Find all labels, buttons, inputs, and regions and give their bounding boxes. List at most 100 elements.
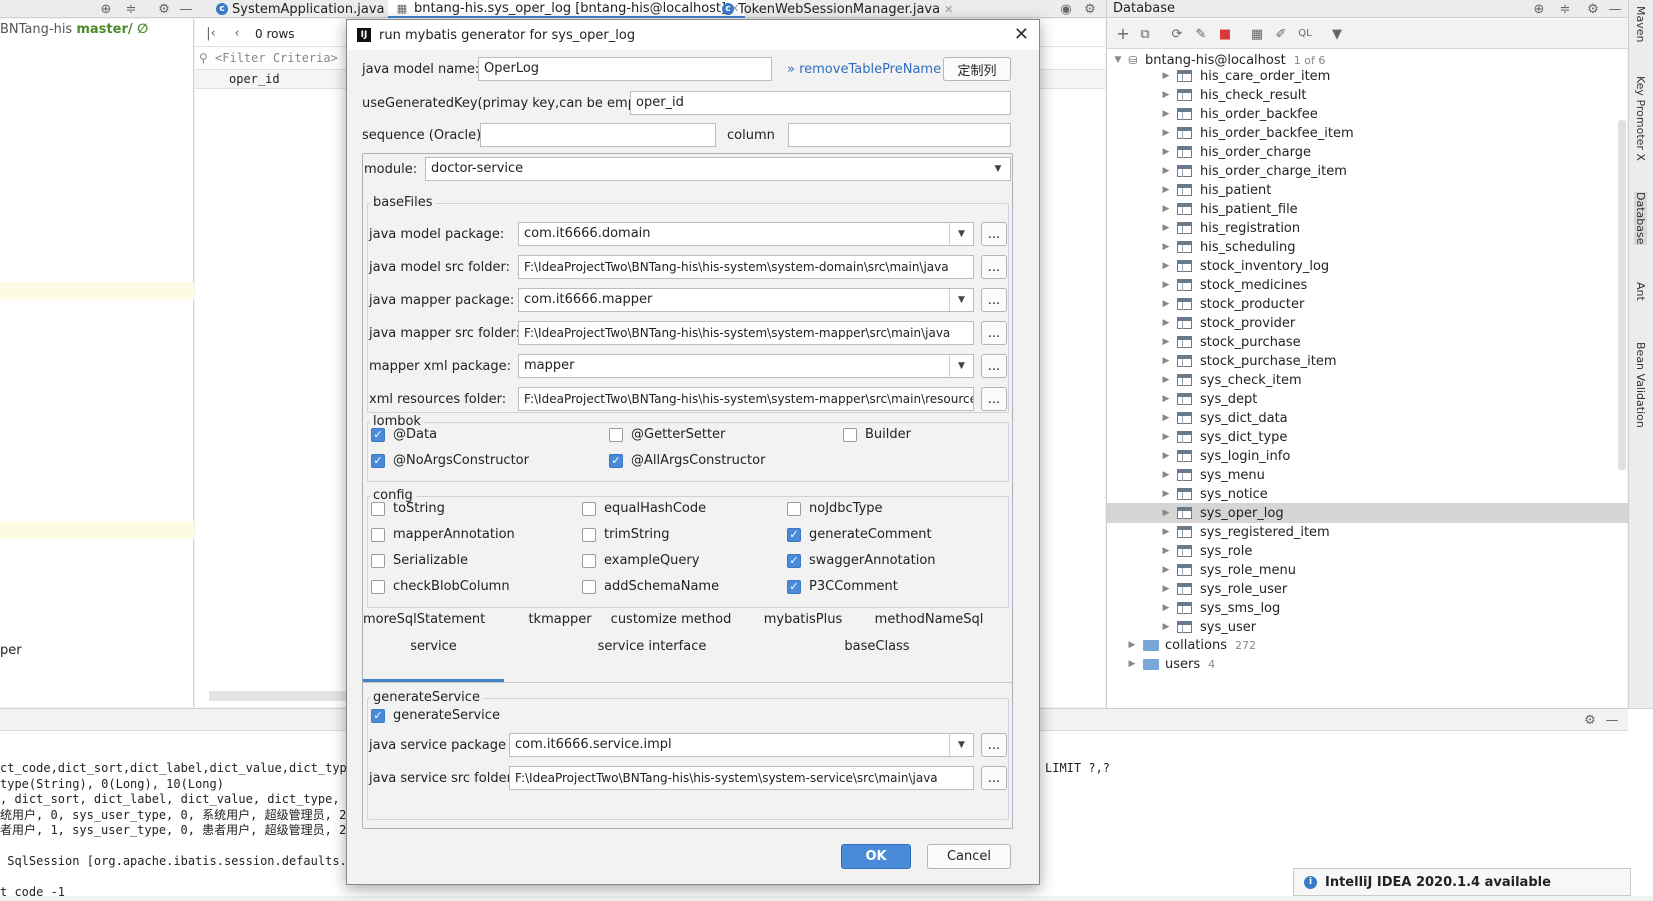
minimize-icon[interactable]: — <box>1607 1 1623 17</box>
config-checkbox[interactable]: ✓ swaggerAnnotation <box>787 553 936 568</box>
bean-validation-tool[interactable]: Bean Validation <box>1634 342 1647 428</box>
minimize-icon[interactable]: — <box>178 1 194 17</box>
chevron-right-icon[interactable]: ▶ <box>1159 489 1173 499</box>
config-checkbox[interactable]: addSchemaName <box>582 579 719 594</box>
chevron-right-icon[interactable]: ▶ <box>1159 185 1173 195</box>
table-node[interactable]: ▶ sys_login_info <box>1107 446 1628 466</box>
chevron-right-icon[interactable]: ▶ <box>1159 394 1173 404</box>
table-node[interactable]: ▶ sys_notice <box>1107 484 1628 504</box>
java-mapper-package-select[interactable]: com.it6666.mapper ▼ <box>518 288 974 312</box>
gear-icon[interactable]: ⚙ <box>156 1 172 17</box>
java-model-src-input[interactable]: F:\IdeaProjectTwo\BNTang-his\his-system\… <box>518 255 974 279</box>
config-checkbox[interactable]: checkBlobColumn <box>371 579 510 594</box>
config-checkbox[interactable]: trimString <box>582 527 670 542</box>
remove-table-prefix-link[interactable]: » removeTablePreName <box>787 62 941 77</box>
eye-icon[interactable]: ◉ <box>1058 1 1074 17</box>
vertical-scrollbar[interactable] <box>1618 120 1626 470</box>
refresh-icon[interactable]: ⟳ <box>1169 26 1185 42</box>
browse-button[interactable]: ... <box>981 387 1007 411</box>
option-tab-active[interactable]: service <box>363 639 504 654</box>
filter-icon[interactable]: ▼ <box>1329 26 1345 42</box>
settings-icon[interactable]: ⚙ <box>1082 1 1098 17</box>
table-node[interactable]: ▶ his_registration <box>1107 218 1628 238</box>
chevron-right-icon[interactable]: ▶ <box>1159 432 1173 442</box>
table-view-icon[interactable]: ▦ <box>1249 26 1265 42</box>
chevron-right-icon[interactable]: ▶ <box>1159 204 1173 214</box>
chevron-down-icon[interactable]: ▼ <box>949 223 973 245</box>
browse-button[interactable]: ... <box>981 766 1007 790</box>
add-icon[interactable]: + <box>1115 26 1131 42</box>
collapse-icon[interactable]: ≑ <box>123 1 139 17</box>
table-node[interactable]: ▶ his_patient_file <box>1107 199 1628 219</box>
config-checkbox[interactable]: ✓ P3CComment <box>787 579 898 594</box>
chevron-right-icon[interactable]: ▶ <box>1159 166 1173 176</box>
table-node[interactable]: ▶ his_order_charge <box>1107 142 1628 162</box>
table-node[interactable]: ▶ sys_check_item <box>1107 370 1628 390</box>
edit-icon[interactable]: ✐ <box>1273 26 1289 42</box>
chevron-right-icon[interactable]: ▶ <box>1159 223 1173 233</box>
chevron-right-icon[interactable]: ▶ <box>1159 603 1173 613</box>
column-header-oper-id[interactable]: oper_id <box>229 72 280 86</box>
table-node[interactable]: ▶ sys_dept <box>1107 389 1628 409</box>
checkbox-unchecked-icon[interactable] <box>371 579 385 594</box>
config-checkbox[interactable]: toString <box>371 501 445 516</box>
java-model-package-select[interactable]: com.it6666.domain ▼ <box>518 222 974 246</box>
config-checkbox[interactable]: exampleQuery <box>582 553 699 568</box>
table-node[interactable]: ▶ his_check_result <box>1107 85 1628 105</box>
chevron-down-icon[interactable]: ▼ <box>949 734 973 756</box>
chevron-right-icon[interactable]: ▶ <box>1159 242 1173 252</box>
gear-icon[interactable]: ⚙ <box>1582 712 1598 728</box>
table-node[interactable]: ▶ his_order_backfee_item <box>1107 123 1628 143</box>
chevron-right-icon[interactable]: ▶ <box>1159 622 1173 632</box>
sql-console-icon[interactable]: QL <box>1297 26 1313 42</box>
checkbox-checked-icon[interactable]: ✓ <box>787 527 801 542</box>
stop-icon[interactable]: ■ <box>1217 26 1233 42</box>
checkbox-unchecked-icon[interactable] <box>582 501 596 516</box>
checkbox-unchecked-icon[interactable] <box>582 553 596 568</box>
java-model-name-input[interactable]: OperLog <box>478 57 772 81</box>
generate-service-checkbox[interactable]: ✓ generateService <box>371 708 500 723</box>
chevron-right-icon[interactable]: ▶ <box>1159 109 1173 119</box>
chevron-right-icon[interactable]: ▶ <box>1159 527 1173 537</box>
config-checkbox[interactable]: Serializable <box>371 553 468 568</box>
sequence-input[interactable] <box>480 123 716 147</box>
close-icon[interactable]: ✕ <box>944 3 953 16</box>
tab-system-application[interactable]: c SystemApplication.java ✕ <box>210 0 404 18</box>
option-tab[interactable]: baseClass <box>817 639 937 654</box>
minimize-icon[interactable]: — <box>1604 712 1620 728</box>
copy-icon[interactable]: ⧉ <box>1137 26 1153 42</box>
table-node[interactable]: ▶ his_scheduling <box>1107 237 1628 257</box>
config-checkbox[interactable]: mapperAnnotation <box>371 527 515 542</box>
chevron-right-icon[interactable]: ▶ <box>1159 318 1173 328</box>
browse-button[interactable]: ... <box>981 288 1007 312</box>
first-page-icon[interactable]: |‹ <box>203 26 219 42</box>
tab-token-web-session-manager[interactable]: c TokenWebSessionManager.java ✕ <box>716 0 959 18</box>
browse-button[interactable]: ... <box>981 255 1007 279</box>
checkbox-checked-icon[interactable]: ✓ <box>371 427 385 442</box>
table-node[interactable]: ▶ sys_dict_data <box>1107 408 1628 428</box>
table-node[interactable]: ▶ his_care_order_item <box>1107 66 1628 86</box>
checkbox-unchecked-icon[interactable] <box>582 579 596 594</box>
crosshair-icon[interactable]: ⊕ <box>1531 1 1547 17</box>
ant-tool[interactable]: Ant <box>1634 282 1647 301</box>
chevron-right-icon[interactable]: ▶ <box>1125 659 1139 669</box>
crosshair-icon[interactable]: ⊕ <box>98 1 114 17</box>
cancel-button[interactable]: Cancel <box>927 844 1011 869</box>
lombok-checkbox[interactable]: ✓ @Data <box>371 427 437 442</box>
database-tool[interactable]: Database <box>1634 192 1647 245</box>
table-node[interactable]: ▶ stock_provider <box>1107 313 1628 333</box>
checkbox-unchecked-icon[interactable] <box>787 501 801 516</box>
use-generated-key-input[interactable]: oper_id <box>630 91 1011 115</box>
browse-button[interactable]: ... <box>981 321 1007 345</box>
chevron-right-icon[interactable]: ▶ <box>1159 90 1173 100</box>
xml-resources-input[interactable]: F:\IdeaProjectTwo\BNTang-his\his-system\… <box>518 387 974 411</box>
column-input[interactable] <box>788 123 1011 147</box>
ok-button[interactable]: OK <box>841 844 911 869</box>
table-node[interactable]: ▶ sys_oper_log <box>1107 503 1628 523</box>
table-node[interactable]: ▶ sys_role_user <box>1107 579 1628 599</box>
chevron-right-icon[interactable]: ▶ <box>1159 147 1173 157</box>
folder-users[interactable]: ▶ users 4 <box>1107 654 1628 674</box>
chevron-right-icon[interactable]: ▶ <box>1159 337 1173 347</box>
chevron-down-icon[interactable]: ▼ <box>949 355 973 377</box>
maven-tool[interactable]: Maven <box>1634 6 1647 42</box>
